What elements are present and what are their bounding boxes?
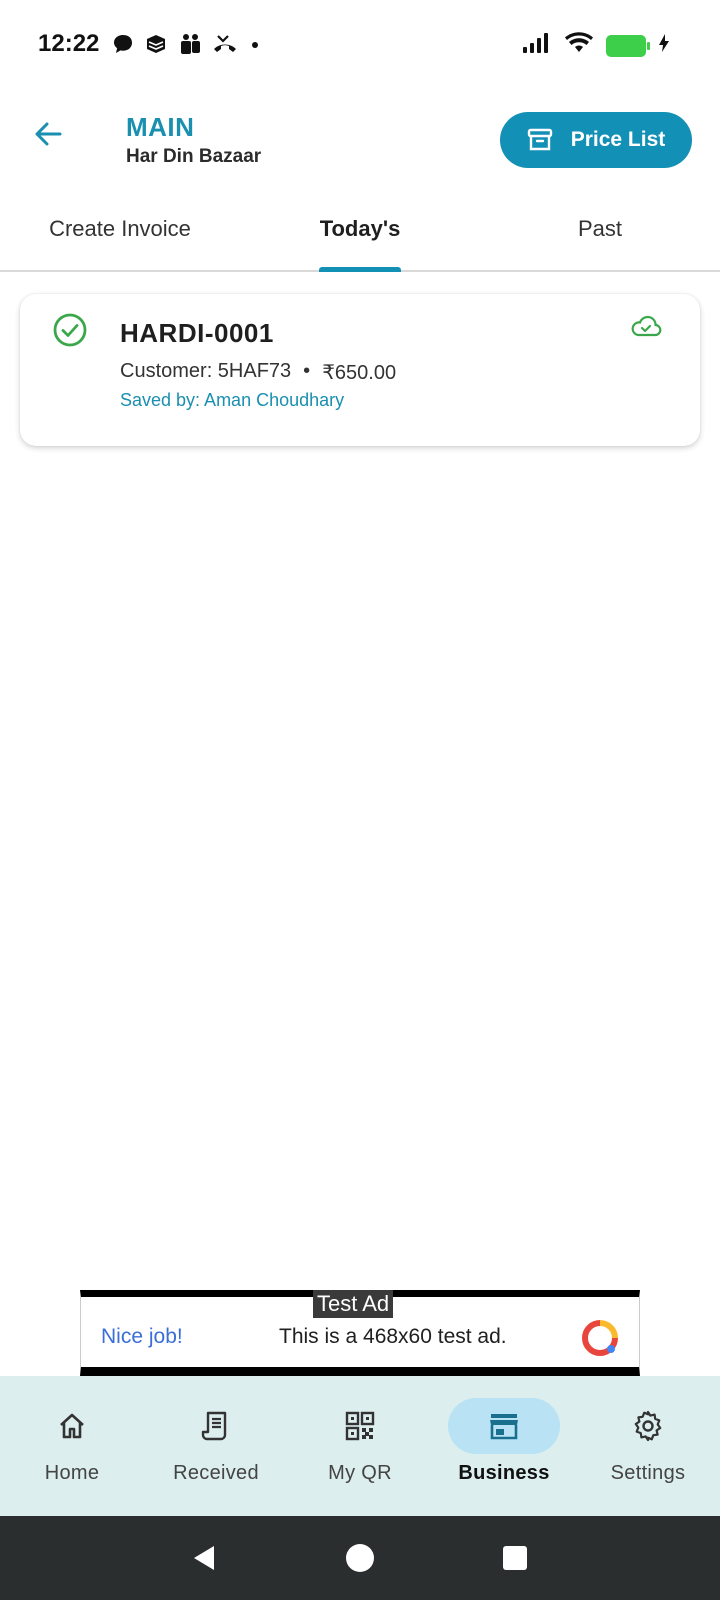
nav-settings[interactable]: Settings — [576, 1376, 720, 1516]
page-title: MAIN — [126, 112, 195, 142]
invoice-amount: ₹650.00 — [322, 362, 397, 384]
page-subtitle: Har Din Bazaar — [126, 146, 262, 167]
system-indicators — [522, 32, 670, 59]
invoice-card[interactable]: HARDI-0001 Customer: 5HAF73 • ₹650.00 Sa… — [20, 294, 700, 446]
ad-text: This is a 468x60 test ad. — [279, 1325, 507, 1348]
store-icon — [490, 1414, 518, 1440]
tab-label: Past — [577, 216, 623, 241]
notification-icons — [112, 32, 262, 61]
nav-label: Received — [173, 1462, 259, 1484]
nav-label: Home — [44, 1462, 100, 1484]
system-back-button[interactable] — [185, 1538, 225, 1578]
ad-badge: Test Ad — [313, 1290, 394, 1318]
nav-my-qr[interactable]: My QR — [288, 1376, 432, 1516]
tab-todays[interactable]: Today's — [240, 196, 480, 272]
triangle-back-icon — [194, 1546, 215, 1570]
archive-icon — [527, 128, 552, 151]
signal-icon — [522, 32, 552, 59]
back-button[interactable] — [28, 114, 68, 154]
system-recents-button[interactable] — [495, 1538, 535, 1578]
invoice-customer: Customer: 5HAF73 — [120, 360, 292, 382]
tab-past[interactable]: Past — [480, 196, 720, 270]
bottom-nav: Home Received My QR Business Settings — [0, 1376, 720, 1516]
nav-received[interactable]: Received — [144, 1376, 288, 1516]
tab-label: Today's — [319, 216, 401, 241]
check-circle-icon — [52, 312, 88, 353]
square-recents-icon — [502, 1546, 527, 1570]
app-icon — [144, 33, 168, 60]
receipt-icon — [201, 1411, 227, 1441]
status-time: 12:22 — [38, 30, 100, 57]
ad-banner[interactable]: Test Ad Nice job! This is a 468x60 test … — [80, 1290, 640, 1376]
nav-label: Business — [458, 1462, 550, 1484]
nav-label: Settings — [610, 1462, 686, 1484]
nav-active-pill — [448, 1398, 560, 1454]
invoice-details: Customer: 5HAF73 • ₹650.00 — [120, 360, 396, 385]
gear-icon — [634, 1410, 662, 1442]
tab-bar: Create Invoice Today's Past — [0, 196, 720, 272]
invoice-saved-by: Saved by: Aman Choudhary — [120, 390, 345, 410]
nav-home[interactable]: Home — [0, 1376, 144, 1516]
app-header: MAIN Har Din Bazaar Price List — [0, 92, 720, 188]
chat-icon — [112, 33, 134, 60]
dot-icon — [248, 33, 262, 60]
cloud-done-icon — [630, 314, 662, 343]
status-bar: 12:22 — [0, 0, 720, 92]
separator-dot: • — [303, 360, 311, 382]
tab-indicator — [319, 267, 401, 272]
system-nav-bar — [0, 1516, 720, 1600]
nav-business[interactable]: Business — [432, 1376, 576, 1516]
nav-label: My QR — [328, 1462, 392, 1484]
teams-icon — [178, 32, 202, 61]
qr-icon — [345, 1411, 375, 1441]
system-home-button[interactable] — [340, 1538, 380, 1578]
ad-logo-icon — [581, 1319, 619, 1362]
price-list-button[interactable]: Price List — [500, 112, 692, 168]
home-icon — [60, 1413, 84, 1439]
battery-icon — [606, 34, 650, 57]
price-list-label: Price List — [570, 128, 666, 151]
invoice-number: HARDI-0001 — [120, 318, 274, 348]
wifi-icon — [564, 32, 594, 59]
tab-label: Create Invoice — [49, 216, 191, 241]
charging-icon — [658, 33, 670, 58]
ad-headline: Nice job! — [101, 1325, 183, 1348]
tab-create-invoice[interactable]: Create Invoice — [0, 196, 240, 270]
arrow-left-icon — [35, 122, 62, 146]
missed-call-icon — [212, 33, 238, 60]
circle-home-icon — [345, 1544, 374, 1572]
